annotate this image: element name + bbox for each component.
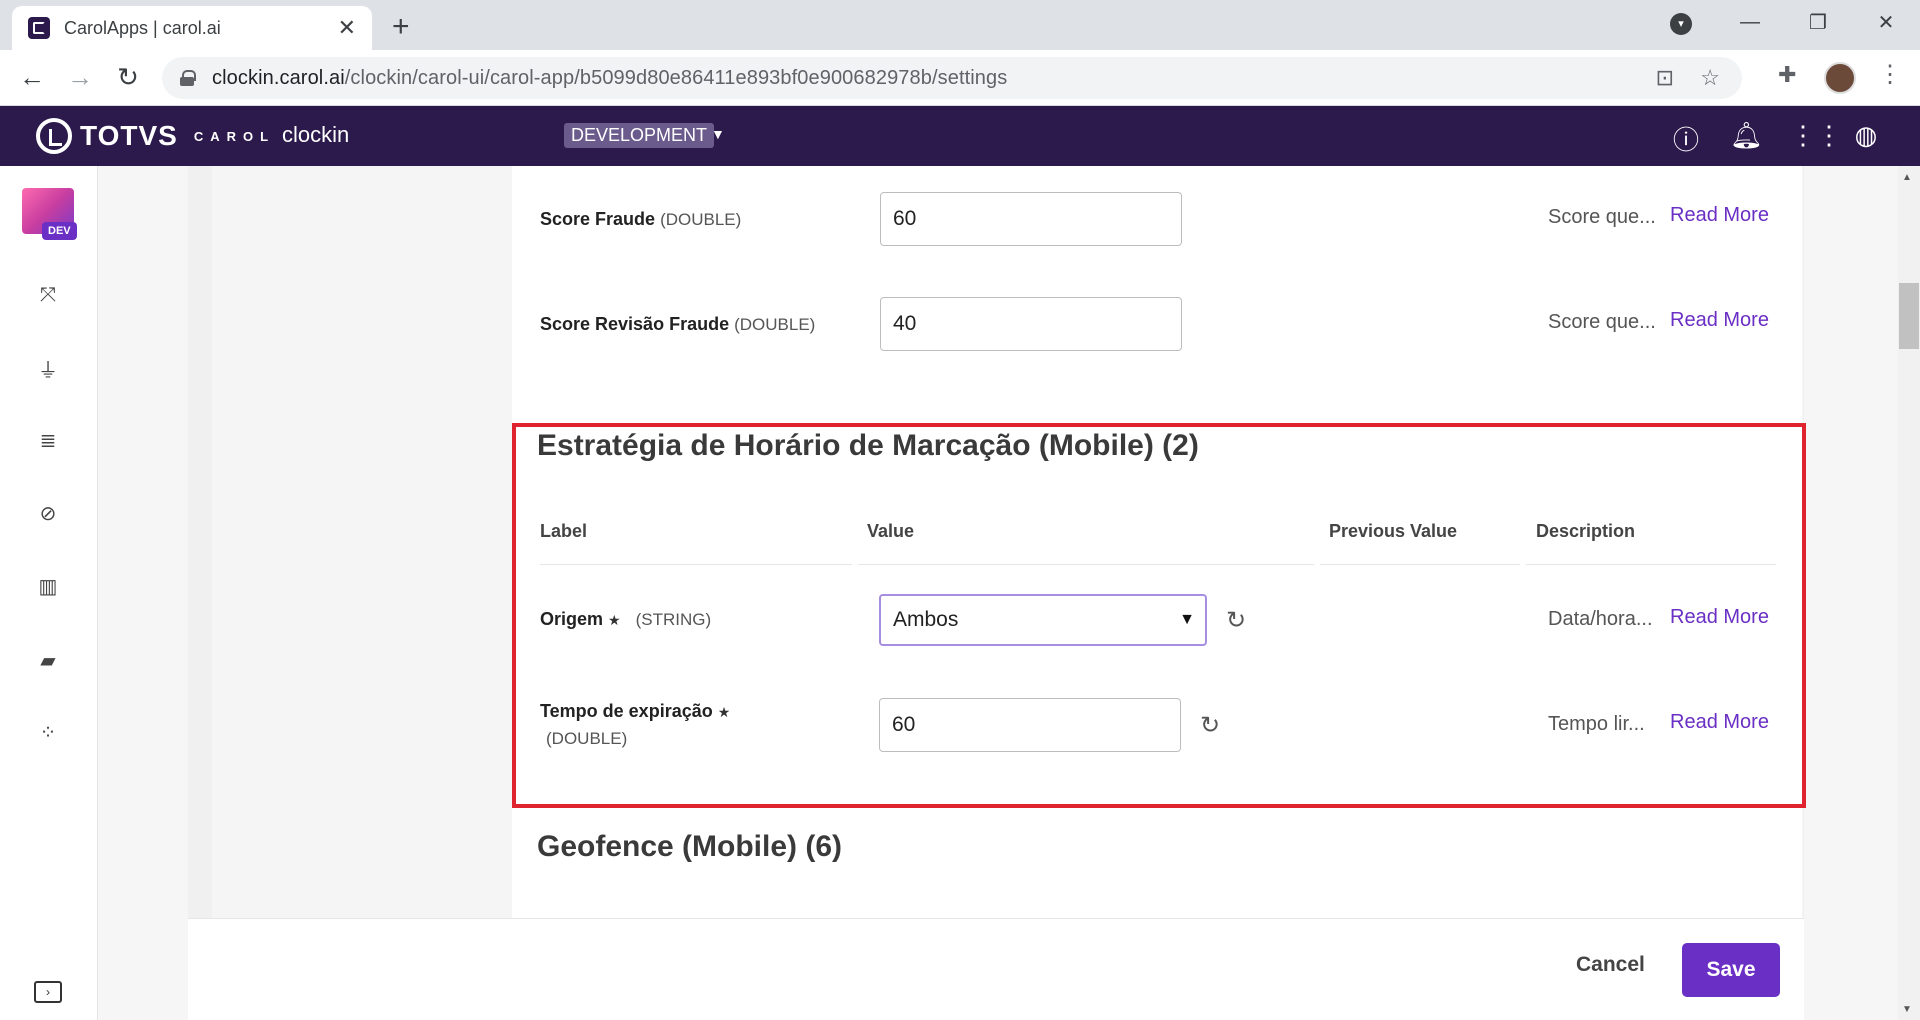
url-text: clockin.carol.ai/clockin/carol-ui/carol-…	[212, 66, 1008, 89]
browser-toolbar: ← → ↻ clockin.carol.ai/clockin/carol-ui/…	[0, 50, 1920, 106]
description-score-revisao: Score que...	[1548, 311, 1656, 333]
extensions-icon[interactable]: ✚	[1778, 62, 1796, 88]
new-tab-icon[interactable]: +	[392, 10, 410, 44]
browser-tab-bar: CarolApps | carol.ai ✕ + ▾ — ❐ ✕	[0, 0, 1920, 50]
window-controls: — ❐ ✕	[1716, 0, 1920, 44]
score-fraude-input[interactable]: 60	[880, 192, 1182, 246]
app-header: TOTVS CAROL clockin DEVELOPMENT ▼ ⓘ 🔔︎ ⋮…	[0, 106, 1920, 166]
cancel-button[interactable]: Cancel	[1576, 953, 1645, 977]
left-sidebar: DEV ⤧ ⏚ ≣ ⊘ ▥ ▰ ⁘ ›	[0, 166, 98, 1020]
data-model-icon[interactable]: ⤧	[34, 284, 62, 307]
environment-selector[interactable]: DEVELOPMENT	[564, 123, 715, 148]
scroll-down-icon[interactable]: ▼	[1902, 1004, 1912, 1015]
bookmark-star-icon[interactable]: ☆	[1700, 65, 1720, 91]
read-more-link[interactable]: Read More	[1670, 204, 1769, 227]
chrome-profile-avatar[interactable]	[1824, 62, 1856, 94]
chevron-down-icon[interactable]: ▼	[711, 126, 725, 142]
tab-title: CarolApps | carol.ai	[64, 17, 221, 38]
reload-icon[interactable]: ↻	[112, 62, 144, 93]
address-bar[interactable]: clockin.carol.ai/clockin/carol-ui/carol-…	[162, 57, 1742, 99]
app-name: clockin	[282, 122, 350, 147]
database-icon[interactable]: ≣	[34, 428, 62, 453]
bell-icon[interactable]: 🔔︎	[1730, 120, 1763, 151]
chat-icon[interactable]: ▰	[34, 648, 62, 673]
label-score-revisao-fraude: Score Revisão Fraude (DOUBLE)	[540, 314, 816, 334]
chart-icon[interactable]: ▥	[34, 574, 62, 599]
scrollbar-thumb[interactable]	[1899, 283, 1919, 349]
highlight-box	[512, 423, 1806, 808]
compass-icon[interactable]: ⊘	[34, 501, 62, 526]
translate-icon[interactable]: ⊡	[1656, 65, 1674, 91]
apps-grid-icon[interactable]: ⋮⋮	[1790, 120, 1842, 151]
forward-icon[interactable]: →	[64, 62, 96, 93]
restore-icon[interactable]: ❐	[1784, 10, 1852, 35]
scroll-up-icon[interactable]: ▲	[1902, 172, 1912, 183]
help-icon[interactable]: ⓘ	[1670, 120, 1702, 157]
save-button[interactable]: Save	[1682, 943, 1780, 997]
lock-icon	[180, 70, 196, 86]
brand-totvs: TOTVS	[80, 120, 178, 151]
totvs-carol-logo[interactable]: TOTVS CAROL	[36, 118, 275, 154]
settings-grid-icon[interactable]: ⁘	[34, 720, 62, 745]
brand-carol: CAROL	[193, 128, 276, 144]
label-score-fraude: Score Fraude (DOUBLE)	[540, 209, 742, 229]
section-title-geofence: Geofence (Mobile) (6)	[537, 830, 843, 863]
browser-tab[interactable]: CarolApps | carol.ai ✕	[12, 6, 372, 50]
chrome-menu-icon[interactable]: ⋮	[1878, 60, 1902, 89]
score-revisao-fraude-input[interactable]: 40	[880, 297, 1182, 351]
plug-icon[interactable]: ⏚	[34, 354, 62, 383]
user-icon[interactable]: ◍	[1850, 120, 1882, 151]
carol-favicon-icon	[28, 17, 50, 39]
description-score-fraude: Score que...	[1548, 206, 1656, 228]
totvs-logo-icon	[36, 118, 72, 154]
dev-badge: DEV	[42, 222, 77, 240]
minimize-icon[interactable]: —	[1716, 11, 1784, 34]
window-close-icon[interactable]: ✕	[1852, 10, 1920, 35]
tab-search-icon[interactable]: ▾	[1670, 13, 1692, 35]
read-more-link[interactable]: Read More	[1670, 309, 1769, 332]
back-icon[interactable]: ←	[16, 62, 48, 93]
footer-bar	[188, 918, 1804, 1020]
close-tab-icon[interactable]: ✕	[338, 15, 356, 41]
collapse-sidebar-icon[interactable]: ›	[34, 981, 62, 1003]
